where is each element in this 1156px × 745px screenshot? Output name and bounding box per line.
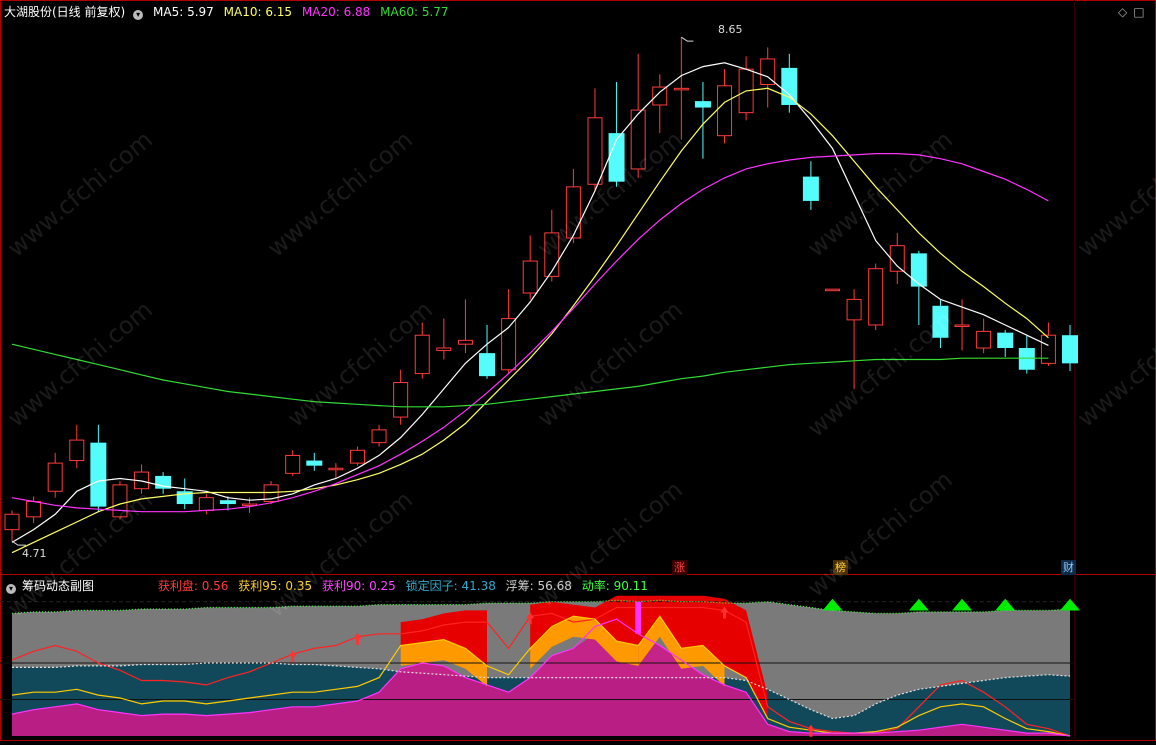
green-marker: [995, 598, 1016, 611]
candle-body-up: [393, 382, 409, 418]
magenta-spike: [635, 601, 642, 634]
tag-cai[interactable]: 财: [1061, 560, 1076, 575]
green-marker: [822, 598, 843, 611]
candle-body-up: [457, 339, 473, 345]
ma-line-ma20: [11, 153, 1049, 513]
candle-body-up: [47, 462, 63, 492]
candle-body-up: [349, 449, 365, 464]
tag-zhang[interactable]: 涨: [672, 560, 687, 575]
chart-svg: [0, 0, 1156, 741]
candle-body-up: [889, 245, 905, 272]
low-price-label: 4.71: [22, 547, 47, 560]
candle-body-up: [1040, 334, 1056, 364]
ma5-label: MA5: 5.97: [153, 5, 214, 19]
candle-body-down: [997, 332, 1014, 348]
candle-body-up: [868, 268, 884, 326]
candle-body-down: [781, 67, 798, 105]
ma10-label: MA10: 6.15: [223, 5, 293, 19]
top-right-icons: ◇ □: [1118, 2, 1151, 22]
green-marker: [1060, 598, 1080, 611]
square-icon[interactable]: □: [1133, 5, 1144, 19]
candle-body-down: [802, 176, 819, 201]
candle-body-up: [414, 334, 430, 375]
candle-body-up: [198, 497, 214, 511]
green-marker: [908, 598, 929, 611]
suoding-label: 锁定因子: 41.38: [405, 579, 496, 593]
ma-line-ma5: [11, 62, 1049, 543]
candle-body-up: [4, 513, 20, 531]
candle-body-down: [479, 353, 496, 377]
candle-body-down: [1018, 348, 1035, 370]
candle-body-up: [436, 347, 452, 352]
candle-body-up: [501, 318, 517, 371]
high-price-label: 8.65: [718, 23, 743, 36]
candle-body-up: [673, 87, 689, 91]
stock-title[interactable]: 大湖股份(日线 前复权): [4, 5, 125, 19]
huolipan-label: 获利盘: 0.56: [157, 579, 229, 593]
candle-body-up: [371, 429, 387, 444]
candle-body-up: [824, 288, 840, 292]
chart-stage: [0, 0, 1156, 741]
candle-body-up: [717, 85, 733, 137]
candle-body-up: [285, 454, 301, 474]
candle-body-down: [306, 460, 323, 466]
candle-body-up: [587, 117, 603, 185]
candle-body-up: [652, 86, 668, 106]
candle-body-up: [69, 439, 85, 462]
green-marker: [952, 598, 973, 611]
candle-body-down: [1062, 335, 1078, 364]
settings-icon[interactable]: ▾: [133, 10, 144, 20]
candle-body-up: [846, 298, 862, 321]
diamond-icon[interactable]: ◇: [1118, 5, 1127, 19]
main-chart-header: 大湖股份(日线 前复权) ▾ MA5: 5.97 MA10: 6.15 MA20:…: [4, 2, 455, 22]
candle-body-up: [976, 330, 992, 349]
candle-body-down: [219, 500, 236, 505]
high-marker: [681, 36, 694, 42]
ma60-label: MA60: 5.77: [380, 5, 449, 19]
candle-body-up: [522, 260, 538, 294]
candle-body-down: [910, 253, 927, 287]
candle-body-down: [90, 442, 107, 507]
candle-body-down: [694, 101, 711, 108]
huoli90-label: 获利90: 0.25: [321, 579, 396, 593]
candle-body-up: [26, 500, 42, 518]
ma20-label: MA20: 6.88: [301, 5, 371, 19]
donglv-label: 动率: 90.11: [581, 579, 648, 593]
candle-body-up: [328, 467, 344, 471]
